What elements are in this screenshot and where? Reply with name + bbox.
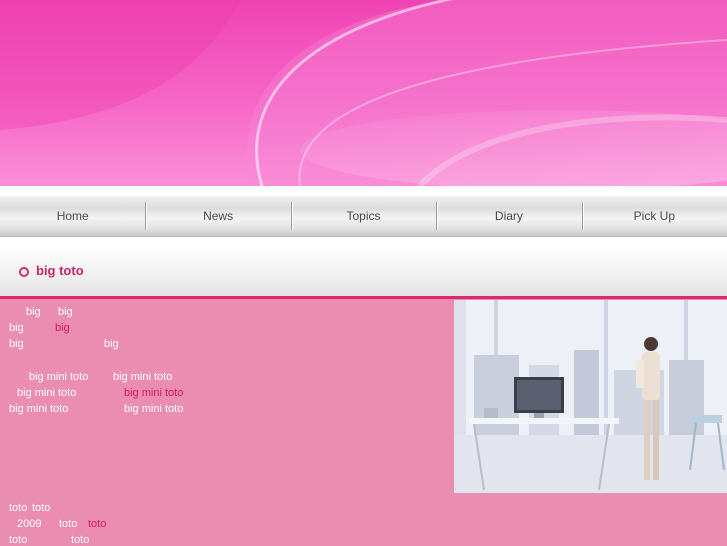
office-photo [454,300,727,493]
text-link[interactable]: toto [88,518,106,530]
text-link[interactable]: big mini toto [124,387,183,399]
section-header: big toto [0,244,727,299]
content-area: big big big big big big big mini toto bi… [0,299,727,546]
text-line: toto [71,534,90,546]
text-line: big mini toto [113,371,173,383]
text-line: toto [9,534,28,546]
text-line: toto [59,518,78,530]
nav-topics[interactable]: Topics [290,196,436,236]
nav-news[interactable]: News [145,196,290,236]
text-line: big [26,306,41,318]
circle-bullet-icon [19,267,29,277]
text-line: toto [9,502,28,514]
text-line: big [104,338,119,350]
section-title: big toto [36,263,84,278]
text-line: big [9,338,24,350]
text-link[interactable]: big [55,322,70,334]
text-line: big mini toto [29,371,89,383]
text-line: 2009 [17,518,42,530]
nav-strip: Home News Topics Diary Pick Up [0,196,727,237]
text-line: big mini toto [9,403,69,415]
text-line: big [9,322,24,334]
text-line: big mini toto [124,403,184,415]
office-scene-image [454,300,727,493]
text-line: toto [32,502,51,514]
nav-diary[interactable]: Diary [436,196,581,236]
banner-swirl-graphic [0,0,727,186]
header-banner [0,0,727,186]
nav-pick-up[interactable]: Pick Up [581,196,727,236]
text-line: big [58,306,73,318]
text-line: big mini toto [17,387,77,399]
nav-home[interactable]: Home [0,196,145,236]
main-navigation: Home News Topics Diary Pick Up [0,186,727,244]
